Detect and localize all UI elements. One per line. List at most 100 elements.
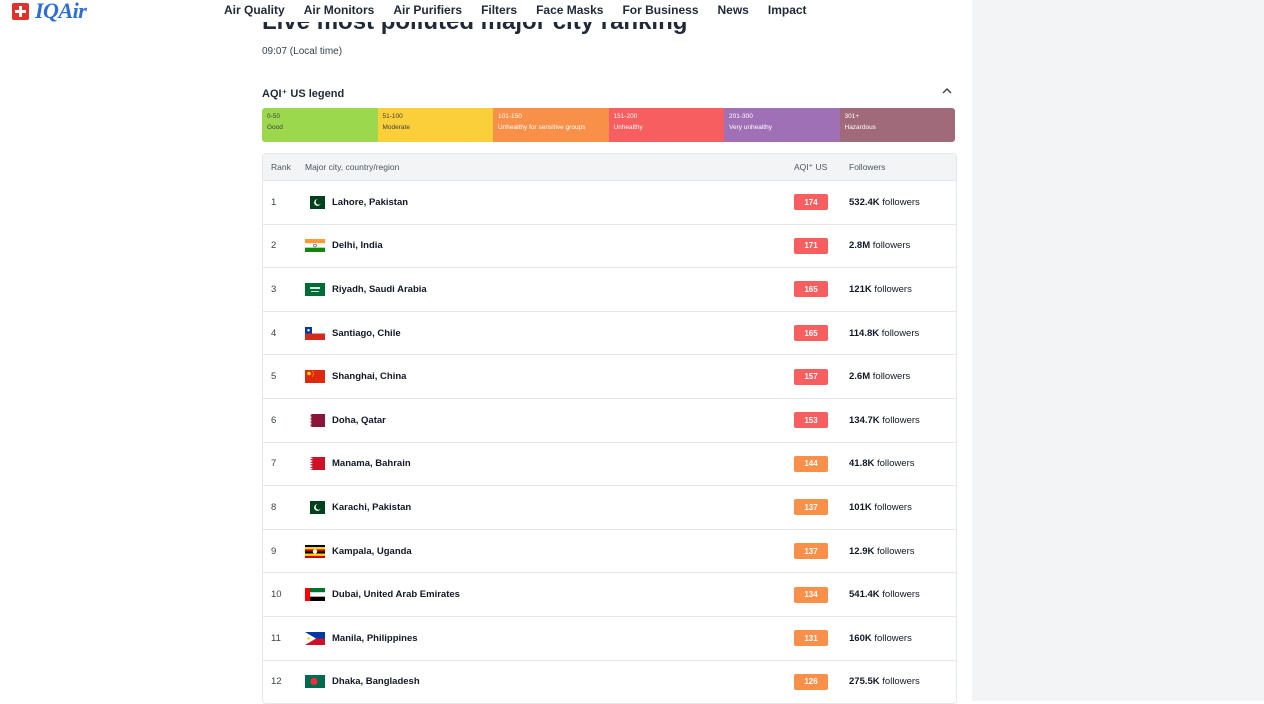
nav-air-purifiers[interactable]: Air Purifiers bbox=[393, 3, 462, 17]
city-link[interactable]: Santiago, Chile bbox=[332, 328, 401, 339]
table-row[interactable]: 5 Shanghai, China 157 2.6M followers bbox=[263, 354, 956, 398]
right-gutter bbox=[972, 0, 1264, 701]
legend-title: AQI⁺ US legend bbox=[262, 88, 345, 100]
followers-suffix: followers bbox=[877, 458, 915, 470]
legend-range: 201-300 bbox=[729, 113, 753, 120]
city-link[interactable]: Delhi, India bbox=[332, 240, 383, 251]
city-link[interactable]: Kampala, Uganda bbox=[332, 546, 412, 557]
legend-segment: 301+ Hazardous bbox=[839, 108, 955, 142]
followers-count: 532.4K bbox=[849, 196, 880, 208]
chile-flag-icon bbox=[305, 326, 325, 340]
uganda-flag-icon bbox=[305, 544, 325, 558]
header-followers: Followers bbox=[849, 162, 886, 172]
iqair-logo[interactable]: IQAir bbox=[12, 0, 87, 22]
legend-range: 301+ bbox=[844, 113, 860, 120]
nav-air-quality[interactable]: Air Quality bbox=[224, 3, 285, 17]
bangladesh-flag-icon bbox=[305, 675, 325, 689]
table-row[interactable]: 2 Delhi, India 171 2.8M followers bbox=[263, 223, 956, 268]
legend-segment: 0-50 Good bbox=[262, 108, 378, 142]
aqi-legend-bar: 0-50 Good 51-100 Moderate 101-150 Unhealthy f… bbox=[262, 108, 955, 142]
aqi-badge: 153 bbox=[794, 412, 828, 429]
followers-cell: 541.4K followers bbox=[849, 589, 920, 600]
nav-news[interactable]: News bbox=[718, 3, 749, 17]
city-link[interactable]: Shanghai, China bbox=[332, 371, 406, 382]
followers-cell: 134.7K followers bbox=[849, 415, 920, 426]
table-header: Rank Major city, country/region AQI⁺ US … bbox=[263, 154, 956, 180]
followers-suffix: followers bbox=[882, 414, 920, 426]
followers-suffix: followers bbox=[881, 327, 920, 339]
aqi-badge: 165 bbox=[794, 325, 828, 342]
legend-label: Very unhealthy bbox=[729, 124, 773, 131]
table-row[interactable]: 3 Riyadh, Saudi Arabia 165 121K followers bbox=[263, 267, 956, 311]
rank-cell: 5 bbox=[271, 371, 277, 383]
rank-cell: 1 bbox=[271, 196, 277, 208]
aqi-badge: 137 bbox=[794, 543, 828, 560]
legend-segment: 51-100 Moderate bbox=[377, 108, 493, 142]
table-row[interactable]: 1 Lahore, Pakistan 174 532.4K followers bbox=[263, 180, 956, 224]
table-row[interactable]: 9 Kampala, Uganda 137 12.9K followers bbox=[263, 528, 956, 573]
legend-label: Unhealthy for sensitive groups bbox=[498, 124, 586, 131]
followers-count: 121K bbox=[849, 283, 872, 295]
followers-count: 41.8K bbox=[849, 458, 875, 470]
chevron-up-icon[interactable] bbox=[940, 84, 954, 98]
swiss-cross-icon bbox=[12, 2, 29, 20]
city-link[interactable]: Lahore, Pakistan bbox=[332, 197, 408, 208]
table-row[interactable]: 11 Manila, Philippines 131 160K followers bbox=[263, 615, 956, 660]
followers-cell: 160K followers bbox=[849, 633, 912, 644]
city-link[interactable]: Manama, Bahrain bbox=[332, 458, 411, 469]
table-row[interactable]: 8 Karachi, Pakistan 137 101K followers bbox=[263, 485, 956, 529]
legend-label: Moderate bbox=[382, 124, 410, 131]
nav-impact[interactable]: Impact bbox=[768, 3, 807, 17]
followers-count: 2.6M bbox=[849, 371, 871, 383]
followers-count: 12.9K bbox=[849, 545, 875, 557]
legend-segment: 101-150 Unhealthy for sensitive groups bbox=[493, 108, 609, 142]
ranking-table: Rank Major city, country/region AQI⁺ US … bbox=[262, 153, 957, 704]
nav-air-monitors[interactable]: Air Monitors bbox=[304, 3, 375, 17]
followers-cell: 2.8M followers bbox=[849, 240, 910, 251]
nav-for-business[interactable]: For Business bbox=[622, 3, 698, 17]
city-link[interactable]: Doha, Qatar bbox=[332, 415, 386, 426]
table-row[interactable]: 12 Dhaka, Bangladesh 126 275.5K followers bbox=[263, 659, 956, 704]
page-title: Live most polluted major city ranking bbox=[262, 22, 862, 36]
table-row[interactable]: 4 Santiago, Chile 165 114.8K followers bbox=[263, 310, 956, 355]
nav-filters[interactable]: Filters bbox=[481, 3, 517, 17]
city-link[interactable]: Riyadh, Saudi Arabia bbox=[332, 284, 427, 295]
main-nav: Air Quality Air Monitors Air Purifiers F… bbox=[224, 0, 826, 20]
china-flag-icon bbox=[305, 370, 325, 384]
city-link[interactable]: Manila, Philippines bbox=[332, 633, 418, 644]
table-row[interactable]: 6 Doha, Qatar 153 134.7K followers bbox=[263, 397, 956, 442]
followers-suffix: followers bbox=[872, 371, 911, 383]
rank-cell: 9 bbox=[271, 545, 277, 557]
city-link[interactable]: Dhaka, Bangladesh bbox=[332, 676, 420, 687]
header-aqi[interactable]: AQI⁺ US bbox=[794, 162, 827, 173]
followers-suffix: followers bbox=[872, 240, 911, 252]
followers-suffix: followers bbox=[874, 501, 912, 513]
rank-cell: 6 bbox=[271, 414, 277, 426]
followers-count: 2.8M bbox=[849, 240, 871, 252]
aqi-badge: 126 bbox=[794, 673, 828, 690]
rank-cell: 12 bbox=[271, 676, 282, 688]
rank-cell: 7 bbox=[271, 458, 277, 470]
followers-cell: 41.8K followers bbox=[849, 458, 915, 469]
aqi-badge: 137 bbox=[794, 499, 828, 516]
table-row[interactable]: 10 Dubai, United Arab Emirates 134 541.4K f… bbox=[263, 572, 956, 616]
followers-count: 541.4K bbox=[849, 589, 880, 601]
legend-segment: 201-300 Very unhealthy bbox=[724, 108, 840, 142]
page-title-clip: Live most polluted major city ranking bbox=[262, 22, 862, 38]
aqi-badge: 171 bbox=[794, 237, 828, 254]
aqi-badge: 144 bbox=[794, 455, 828, 472]
uae-flag-icon bbox=[305, 588, 325, 602]
followers-suffix: followers bbox=[874, 632, 912, 644]
philippines-flag-icon bbox=[305, 631, 325, 645]
followers-suffix: followers bbox=[882, 196, 920, 208]
city-link[interactable]: Dubai, United Arab Emirates bbox=[332, 589, 460, 600]
header-rank: Rank bbox=[271, 162, 291, 172]
followers-cell: 114.8K followers bbox=[849, 328, 919, 339]
followers-count: 160K bbox=[849, 632, 872, 644]
rank-cell: 2 bbox=[271, 240, 277, 252]
legend-label: Good bbox=[267, 124, 283, 131]
table-row[interactable]: 7 Manama, Bahrain 144 41.8K followers bbox=[263, 441, 956, 486]
nav-face-masks[interactable]: Face Masks bbox=[536, 3, 603, 17]
city-link[interactable]: Karachi, Pakistan bbox=[332, 502, 411, 513]
legend-label: Hazardous bbox=[844, 124, 876, 131]
